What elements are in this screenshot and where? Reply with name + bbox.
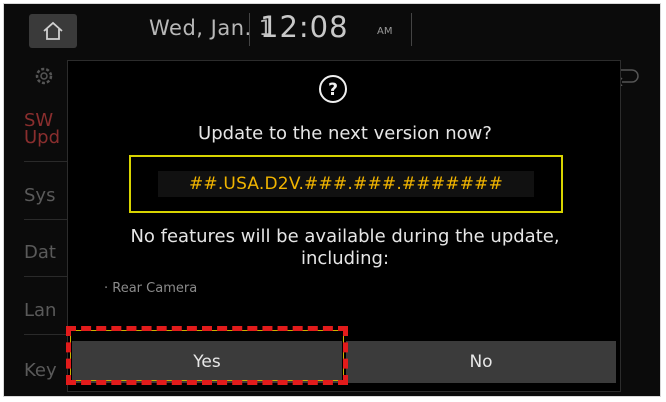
warning-line: No features will be available during the… bbox=[130, 226, 560, 247]
menu-item-sw-update[interactable]: SW Upd bbox=[24, 112, 61, 148]
version-number: ##.USA.D2V.###.###.####### bbox=[158, 171, 534, 197]
no-button[interactable]: No bbox=[346, 341, 616, 383]
feature-list-item: · Rear Camera bbox=[104, 281, 198, 296]
home-button[interactable] bbox=[29, 14, 77, 48]
svg-text:?: ? bbox=[328, 80, 338, 100]
menu-item-data[interactable]: Dat bbox=[24, 242, 56, 263]
divider bbox=[24, 219, 68, 220]
warning-line: including: bbox=[300, 248, 390, 269]
menu-item-keyboard[interactable]: Key bbox=[24, 360, 57, 381]
home-icon bbox=[43, 21, 63, 40]
dialog-title: Update to the next version now? bbox=[198, 123, 492, 144]
divider bbox=[24, 276, 68, 277]
menu-item-label: Upd bbox=[24, 127, 61, 148]
red-dashed-callout bbox=[66, 326, 348, 385]
status-ampm: AM bbox=[377, 26, 393, 37]
divider bbox=[24, 161, 68, 162]
divider bbox=[411, 13, 412, 46]
status-time: 12:08 bbox=[260, 10, 349, 44]
menu-item-system[interactable]: Sys bbox=[24, 185, 55, 206]
help-icon: ? bbox=[319, 75, 347, 103]
divider bbox=[24, 334, 68, 335]
gear-icon bbox=[35, 67, 53, 85]
divider bbox=[249, 13, 250, 46]
dialog-warning: No features will be available during the… bbox=[68, 226, 622, 270]
menu-item-language[interactable]: Lan bbox=[24, 300, 56, 321]
version-highlight-frame: ##.USA.D2V.###.###.####### bbox=[129, 155, 563, 213]
status-date: Wed, Jan. 1 bbox=[149, 16, 273, 40]
